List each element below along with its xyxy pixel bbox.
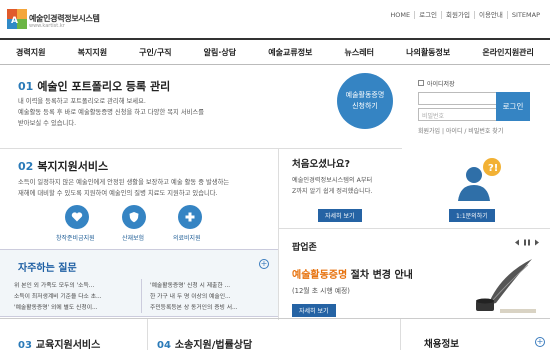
portfolio-desc-1: 내 이력을 등록하고 포트폴리오로 관리해 보세요.	[18, 98, 146, 105]
save-id-label: 아이디저장	[427, 81, 455, 88]
faq-divider	[141, 279, 142, 313]
welfare-item-creation[interactable]: 창작준비금지원	[56, 233, 95, 242]
portfolio-title-text: 예술인 포트폴리오 등록 관리	[37, 80, 171, 93]
topnav-guide[interactable]: 이용안내	[473, 11, 507, 19]
login-button[interactable]: 로그인	[496, 92, 530, 121]
id-input[interactable]	[418, 92, 500, 105]
welfare-desc: 소득이 일정하지 않은 예술인에게 안정된 생활을 보장하고 예술 활동 중 발…	[18, 177, 229, 199]
shield-icon[interactable]	[122, 205, 146, 229]
popup-controls[interactable]	[514, 238, 540, 247]
apply-certification-button[interactable]: 예술활동증명 신청하기	[337, 73, 393, 129]
login-links[interactable]: 회원가입 | 아이디 / 비밀번호 찾기	[418, 126, 503, 135]
portfolio-num: 01	[18, 80, 34, 93]
education-title[interactable]: 03 교육지원서비스	[18, 336, 100, 351]
education-title-text: 교육지원서비스	[35, 340, 101, 351]
heart-icon[interactable]	[65, 205, 89, 229]
logo-mark[interactable]: A	[7, 9, 27, 29]
faq-item-3[interactable]: '예술활동증명' 외에 별도 신청이...	[14, 302, 98, 311]
main-nav: 경력지원 복지지원 구인/구직 알림·상담 예술교류정보 뉴스레터 나의활동정보…	[0, 38, 550, 65]
quill-ink-illustration	[476, 259, 536, 313]
portfolio-desc-3: 받아보실 수 있습니다.	[18, 120, 77, 127]
legal-title-text: 소송지원/법률상담	[174, 340, 253, 351]
portfolio-desc: 내 이력을 등록하고 포트폴리오로 관리해 보세요. 예술활동 등록 후 바로 …	[18, 96, 204, 129]
topnav-sitemap[interactable]: SITEMAP	[506, 11, 544, 19]
popup-headline[interactable]: 예술활동증명 절차 변경 안내	[292, 266, 413, 281]
faq-more-icon[interactable]: +	[259, 259, 269, 269]
portfolio-desc-2: 예술활동 등록 후 바로 예술활동증명 신청을 하고 다양한 복지 서비스를	[18, 109, 205, 116]
nav-notice[interactable]: 알림·상담	[204, 47, 236, 58]
welfare-desc-2: 재해에 대비할 수 있도록 지원하여 예술인의 질병 치료도 지원하고 있습니다…	[18, 190, 218, 197]
legal-title[interactable]: 04 소송지원/법률상담	[157, 336, 252, 351]
welfare-num: 02	[18, 160, 34, 173]
faq-item-5[interactable]: 한 가구 내 두 명 이상의 예술인...	[150, 291, 231, 300]
bottom-col-divider-2	[400, 319, 401, 350]
education-num: 03	[18, 340, 32, 351]
nav-newsletter[interactable]: 뉴스레터	[345, 47, 374, 58]
brand-sub: www.kartist.kr	[29, 23, 65, 29]
nav-career[interactable]: 경력지원	[16, 47, 45, 58]
popup-detail-button[interactable]: 자세히 보기	[292, 304, 336, 317]
first-visit-desc: 예술인경력정보시스템의 A부터 Z까지 알기 쉽게 정리했습니다.	[292, 175, 372, 197]
medical-icon[interactable]	[178, 205, 202, 229]
jobs-title[interactable]: 채용정보	[424, 336, 459, 350]
popup-headline-highlight: 예술활동증명	[292, 270, 348, 281]
header: A 예술인경력정보시스템 www.kartist.kr HOME 로그인 회원가…	[0, 0, 550, 36]
nav-exchange[interactable]: 예술교류정보	[268, 47, 312, 58]
circle-label-2: 신청하기	[352, 102, 378, 110]
popup-sub: (12월 초 시행 예정)	[292, 287, 350, 295]
topnav-join[interactable]: 회원가입	[441, 11, 474, 19]
nav-welfare[interactable]: 복지지원	[78, 47, 107, 58]
first-visit-title: 처음오셨나요?	[292, 159, 350, 170]
faq-item-6[interactable]: 주민등록등본 상 동거인의 증빙 서...	[150, 302, 238, 311]
welfare-title[interactable]: 02 복지지원서비스	[18, 158, 108, 174]
portfolio-title[interactable]: 01 예술인 포트폴리오 등록 관리	[18, 78, 170, 94]
bottom-divider	[0, 318, 550, 319]
save-id-checkbox[interactable]	[418, 80, 424, 86]
welfare-desc-1: 소득이 일정하지 않은 예술인에게 안정된 생활을 보장하고 예술 활동 중 발…	[18, 179, 230, 186]
svg-text:A: A	[11, 16, 18, 26]
legal-num: 04	[157, 340, 171, 351]
faq-title[interactable]: 자주하는 질문	[18, 259, 77, 274]
person-question-icon: ?!	[458, 158, 501, 201]
password-input[interactable]: 비밀번호	[418, 108, 500, 121]
welfare-title-text: 복지지원서비스	[37, 160, 109, 173]
first-visit-desc-2: Z까지 알기 쉽게 정리했습니다.	[292, 188, 373, 195]
nav-jobs[interactable]: 구인/구직	[139, 47, 171, 58]
nav-online-support[interactable]: 온라인지원관리	[482, 47, 534, 58]
faq-item-4[interactable]: '예술활동증명' 신청 시 제출한 ...	[150, 280, 230, 289]
popup-title: 팝업존	[292, 243, 317, 253]
nav-my-activity[interactable]: 나의활동정보	[406, 47, 450, 58]
topnav-login[interactable]: 로그인	[414, 11, 441, 19]
popup-headline-rest: 절차 변경 안내	[347, 270, 413, 281]
qa-button[interactable]: 1:1문의하기	[449, 209, 495, 222]
welfare-item-medical[interactable]: 의료비지원	[173, 233, 201, 242]
circle-label-1: 예술활동증명	[345, 91, 385, 99]
welfare-item-insurance[interactable]: 산재보험	[122, 233, 144, 242]
first-visit-desc-1: 예술인경력정보시스템의 A부터	[292, 177, 373, 184]
svg-text:?!: ?!	[488, 163, 498, 174]
topnav-home[interactable]: HOME	[386, 11, 414, 19]
bottom-col-divider	[147, 319, 148, 350]
faq-item-2[interactable]: 소득이 최저생계비 기준을 다소 초...	[14, 291, 102, 300]
top-nav: HOME 로그인 회원가입 이용안내 SITEMAP	[386, 11, 544, 19]
faq-item-1[interactable]: 위 본인 외 가족도 모두의 '소득...	[14, 280, 94, 289]
first-visit-detail-button[interactable]: 자세히 보기	[318, 209, 362, 222]
